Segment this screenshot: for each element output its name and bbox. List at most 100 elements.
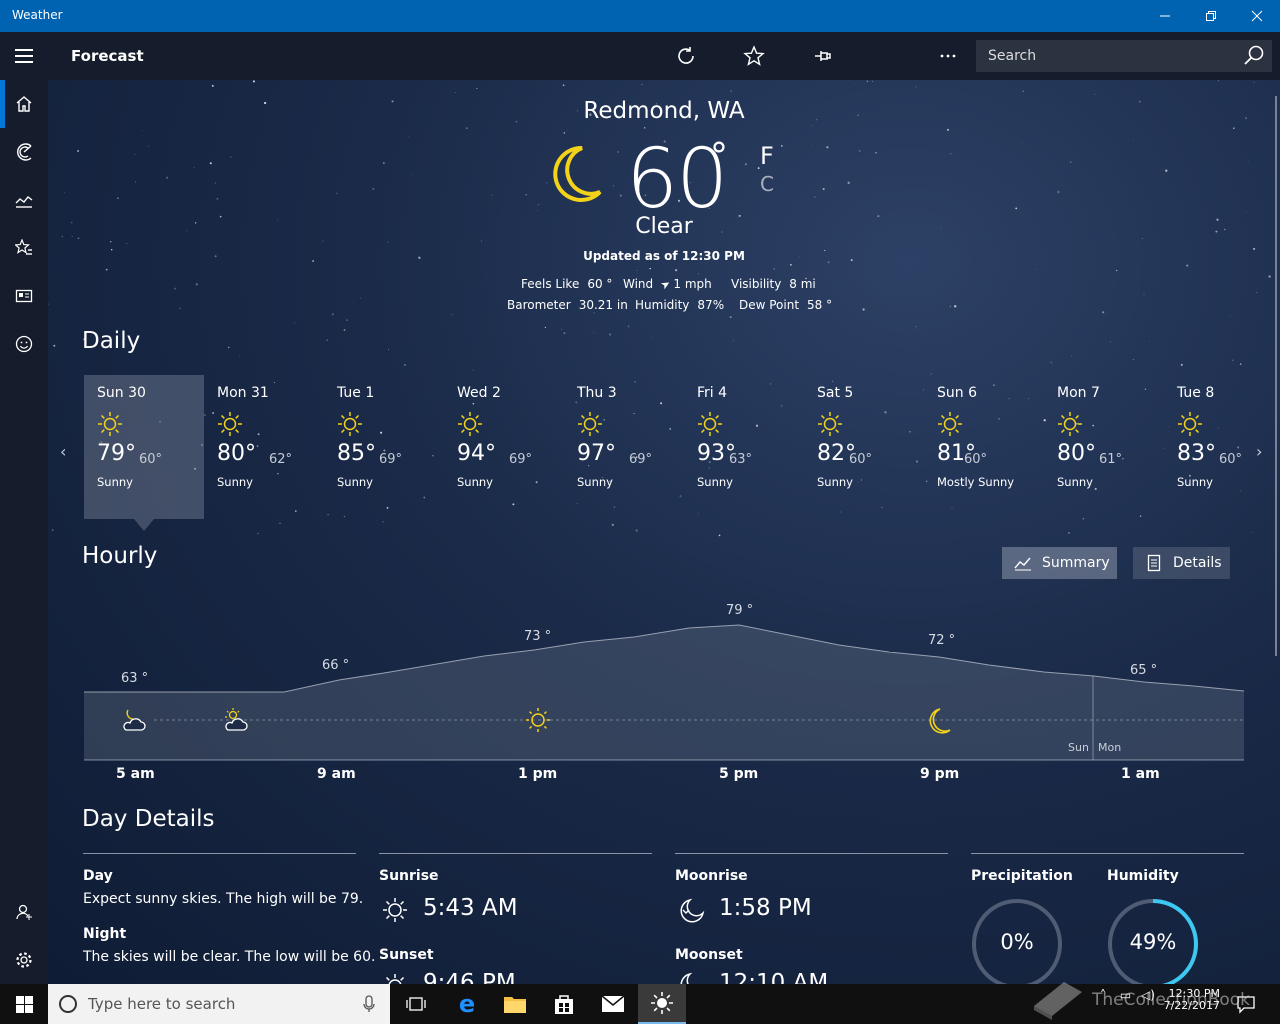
star (134, 153, 136, 155)
refresh-button[interactable] (670, 40, 702, 72)
nav-maps[interactable] (0, 128, 48, 176)
star (826, 146, 829, 149)
nav-account[interactable] (0, 888, 48, 936)
hamburger-menu-button[interactable] (0, 32, 48, 80)
location-name: Redmond, WA (583, 98, 745, 124)
daily-forecast-card[interactable]: Sun 6 81° 60° Mostly Sunny (924, 375, 1044, 519)
star (387, 241, 389, 243)
star (853, 83, 855, 84)
fahrenheit-toggle[interactable]: F (760, 142, 774, 170)
restore-icon (1206, 11, 1216, 21)
nav-places[interactable] (0, 224, 48, 272)
star (331, 313, 334, 316)
sun-icon (98, 412, 122, 436)
star (293, 322, 296, 324)
search-icon[interactable] (1242, 44, 1266, 68)
star (117, 197, 119, 199)
day-high-temp: 80° (217, 441, 256, 466)
night-mode-button[interactable] (874, 40, 906, 72)
microphone-icon[interactable] (362, 994, 376, 1014)
sun-icon (338, 412, 362, 436)
star (126, 243, 128, 245)
weather-sun-icon (651, 992, 673, 1014)
wind-label: Wind (623, 277, 654, 291)
star (1180, 363, 1183, 366)
daily-forecast-card[interactable]: Sun 30 79° 60° Sunny (84, 375, 204, 531)
star (773, 268, 775, 270)
close-button[interactable] (1234, 0, 1280, 32)
nav-lifestyle[interactable] (0, 320, 48, 368)
moonrise-icon (680, 898, 705, 923)
nav-settings[interactable] (0, 936, 48, 984)
day-low-temp: 60° (964, 452, 988, 467)
star (110, 241, 112, 243)
task-view-button[interactable] (392, 984, 440, 1024)
day-low-temp: 69° (629, 452, 653, 467)
celsius-toggle[interactable]: C (760, 172, 774, 196)
edge-app[interactable]: e (443, 984, 491, 1024)
daily-forecast-card[interactable]: Mon 31 80° 62° Sunny (204, 375, 324, 519)
wind-value: 1 mph (673, 277, 712, 291)
star (472, 369, 474, 371)
nav-forecast[interactable] (0, 80, 48, 128)
summary-view-button[interactable]: Summary (1002, 547, 1117, 579)
daily-forecast-card[interactable]: Wed 2 94° 69° Sunny (444, 375, 564, 519)
sunset-time: 9:46 PM (423, 970, 516, 984)
daily-forecast-card[interactable]: Tue 1 85° 69° Sunny (324, 375, 444, 519)
star (537, 203, 540, 206)
daily-forecast-card[interactable]: Fri 4 93° 63° Sunny (684, 375, 804, 519)
minimize-button[interactable] (1142, 0, 1188, 32)
left-navigation (0, 80, 48, 984)
day-high-temp: 80° (1057, 441, 1096, 466)
search-input[interactable] (976, 40, 1236, 72)
star (279, 522, 281, 524)
daily-forecast-card[interactable]: Sat 5 82° 60° Sunny (804, 375, 924, 519)
daily-forecast-card[interactable]: Thu 3 97° 69° Sunny (564, 375, 684, 519)
day-split-mon: Mon (1098, 741, 1121, 754)
divider (971, 853, 1244, 854)
mail-app[interactable] (589, 984, 637, 1024)
sunset-icon (385, 974, 405, 984)
favorite-button[interactable] (738, 40, 770, 72)
pin-button[interactable] (806, 40, 838, 72)
nav-news[interactable] (0, 272, 48, 320)
star (1165, 169, 1168, 172)
day-details-heading: Day Details (82, 806, 215, 832)
day-condition: Sunny (1057, 475, 1093, 489)
star (404, 364, 406, 366)
star (211, 84, 214, 87)
star (730, 90, 732, 92)
star (814, 196, 816, 198)
hour-label: 1 pm (518, 766, 558, 782)
dew-point-stat: Dew Point 58 ° (739, 298, 832, 312)
day-name: Sun 6 (937, 385, 977, 401)
pin-icon (815, 51, 831, 61)
watermark-book-icon (1034, 982, 1082, 1020)
taskbar-search-input[interactable] (88, 984, 348, 1024)
daily-forecast-card[interactable]: Tue 8 83° 60° Sunny (1164, 375, 1280, 519)
daily-prev-button[interactable]: ‹ (60, 442, 66, 461)
star (1251, 531, 1253, 534)
star (593, 332, 595, 334)
start-button[interactable] (0, 984, 48, 1024)
more-button[interactable] (932, 40, 964, 72)
hourly-temp-label: 65 ° (1130, 663, 1157, 678)
restore-button[interactable] (1188, 0, 1234, 32)
visibility-label: Visibility (731, 277, 782, 291)
feels-like-stat: Feels Like 60 ° (521, 277, 612, 291)
sun-icon (698, 412, 722, 436)
daily-forecast-card[interactable]: Mon 7 80° 61° Sunny (1044, 375, 1164, 519)
store-app[interactable] (540, 984, 588, 1024)
weather-app[interactable] (638, 984, 686, 1024)
nav-historical-weather[interactable] (0, 176, 48, 224)
sun-icon (1058, 412, 1082, 436)
star (353, 301, 354, 303)
current-condition: Clear (635, 214, 693, 239)
close-icon (1251, 10, 1263, 22)
details-view-button[interactable]: Details (1133, 547, 1230, 579)
file-explorer-app[interactable] (491, 984, 539, 1024)
star (64, 192, 66, 194)
day-condition: Sunny (817, 475, 853, 489)
star (562, 84, 565, 87)
humidity-value: 87% (697, 298, 725, 312)
